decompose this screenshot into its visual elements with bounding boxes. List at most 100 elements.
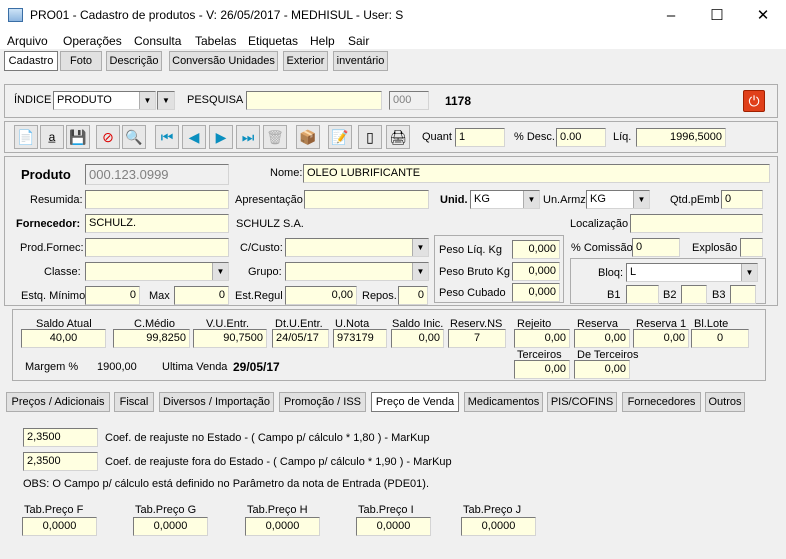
max-input[interactable]: 0 — [174, 286, 229, 305]
pesobruto-input[interactable]: 0,000 — [512, 262, 560, 281]
tab-fiscal[interactable]: Fiscal — [114, 392, 154, 412]
bloq-value: L — [630, 266, 637, 278]
coef-estado-input[interactable]: 2,3500 — [23, 428, 98, 447]
tab-foto[interactable]: Foto — [60, 51, 102, 71]
b1-input[interactable] — [626, 285, 659, 304]
explosao-input[interactable] — [740, 238, 763, 257]
pesoliq-input[interactable]: 0,000 — [512, 240, 560, 259]
delete-icon[interactable]: 🗑 — [263, 125, 287, 149]
tab-medicamentos[interactable]: Medicamentos — [464, 392, 543, 412]
chevron-down-icon[interactable]: ▼ — [523, 191, 539, 208]
coef-estado-label: Coef. de reajuste no Estado - ( Campo p/… — [105, 432, 430, 444]
tab-exterior[interactable]: Exterior — [283, 51, 328, 71]
first-record-icon[interactable]: ⏮ — [155, 125, 179, 149]
localizacao-input[interactable] — [630, 214, 763, 233]
save-icon[interactable]: 💾 — [66, 125, 90, 149]
pesquisa-label: PESQUISA — [187, 94, 244, 106]
bloq-select[interactable]: L ▼ — [626, 263, 758, 282]
grupo-label: Grupo: — [248, 266, 282, 278]
boxes-icon[interactable]: 📦 — [296, 125, 320, 149]
apresentacao-input[interactable] — [304, 190, 429, 209]
spell-check-icon[interactable]: a̲ — [40, 125, 64, 149]
tab-preco-h-input[interactable]: 0,0000 — [245, 517, 320, 536]
tab-preco-de-venda[interactable]: Preço de Venda — [371, 392, 459, 412]
vuentr-field: 90,7500 — [193, 329, 267, 348]
indice-order-select[interactable]: ▼ — [157, 91, 175, 110]
minimize-icon[interactable]: – — [648, 0, 694, 31]
power-icon[interactable]: ⏻ — [743, 90, 765, 112]
next-record-icon[interactable]: ▶ — [209, 125, 233, 149]
tab-fornecedores[interactable]: Fornecedores — [622, 392, 701, 412]
comissao-input[interactable]: 0 — [632, 238, 680, 257]
tab-preco-j-input[interactable]: 0,0000 — [461, 517, 536, 536]
chevron-down-icon[interactable]: ▼ — [158, 92, 174, 109]
fornecedor-input[interactable]: SCHULZ. — [85, 214, 229, 233]
nome-input[interactable]: OLEO LUBRIFICANTE — [303, 164, 770, 183]
chevron-down-icon[interactable]: ▼ — [412, 239, 428, 256]
menu-operacoes[interactable]: Operações — [63, 34, 122, 48]
chevron-down-icon[interactable]: ▼ — [633, 191, 649, 208]
unarmz-select[interactable]: KG ▼ — [586, 190, 650, 209]
tab-inventario[interactable]: inventário — [333, 51, 388, 71]
menu-sair[interactable]: Sair — [348, 34, 369, 48]
comissao-label: % Comissão — [571, 242, 633, 254]
liq-input[interactable]: 1996,5000 — [636, 128, 726, 147]
b2-input[interactable] — [681, 285, 707, 304]
menu-arquivo[interactable]: Arquivo — [7, 34, 48, 48]
new-document-icon[interactable]: 📄 — [14, 125, 38, 149]
pesquisa-input[interactable] — [246, 91, 382, 110]
repos-input[interactable]: 0 — [398, 286, 428, 305]
unid-select[interactable]: KG ▼ — [470, 190, 540, 209]
tab-preco-i-input[interactable]: 0,0000 — [356, 517, 431, 536]
resumida-input[interactable] — [85, 190, 229, 209]
estregul-input[interactable]: 0,00 — [285, 286, 357, 305]
tab-conversao-unidades[interactable]: Conversão Unidades — [169, 51, 278, 71]
chevron-down-icon[interactable]: ▼ — [412, 263, 428, 280]
pesocubado-input[interactable]: 0,000 — [512, 283, 560, 302]
tab-preco-f-input[interactable]: 0,0000 — [22, 517, 97, 536]
estqmin-input[interactable]: 0 — [85, 286, 140, 305]
tab-promocao-iss[interactable]: Promoção / ISS — [279, 392, 366, 412]
ccusto-select[interactable]: ▼ — [285, 238, 429, 257]
prodfornec-input[interactable] — [85, 238, 229, 257]
quant-label: Quant — [422, 131, 452, 143]
cancel-icon[interactable]: ⊘ — [96, 125, 120, 149]
desc-label: % Desc. — [514, 131, 555, 143]
reservns-field: 7 — [448, 329, 506, 348]
tab-cadastro[interactable]: Cadastro — [4, 51, 58, 71]
tab-outros[interactable]: Outros — [705, 392, 745, 412]
qtdpemb-input[interactable]: 0 — [721, 190, 763, 209]
tab-diversos-importacao[interactable]: Diversos / Importação — [159, 392, 274, 412]
resumida-label: Resumida: — [30, 194, 83, 206]
repos-label: Repos. — [362, 290, 397, 302]
grupo-select[interactable]: ▼ — [285, 262, 429, 281]
menu-help[interactable]: Help — [310, 34, 335, 48]
tab-preco-g-input[interactable]: 0,0000 — [133, 517, 208, 536]
close-icon[interactable]: ✕ — [740, 0, 786, 31]
chevron-down-icon[interactable]: ▼ — [212, 263, 228, 280]
barcode-icon[interactable]: ▯ — [358, 125, 382, 149]
coef-fora-estado-input[interactable]: 2,3500 — [23, 452, 98, 471]
tab-precos-adicionais[interactable]: Preços / Adicionais — [6, 392, 110, 412]
tab-pis-cofins[interactable]: PIS/COFINS — [547, 392, 617, 412]
menu-tabelas[interactable]: Tabelas — [195, 34, 236, 48]
indice-value: PRODUTO — [57, 94, 112, 106]
menu-etiquetas[interactable]: Etiquetas — [248, 34, 298, 48]
chevron-down-icon[interactable]: ▼ — [139, 92, 155, 109]
tab-preco-g-label: Tab.Preço G — [135, 504, 197, 516]
b3-input[interactable] — [730, 285, 756, 304]
menu-consulta[interactable]: Consulta — [134, 34, 181, 48]
classe-select[interactable]: ▼ — [85, 262, 229, 281]
indice-select[interactable]: PRODUTO ▼ — [53, 91, 156, 110]
app-icon — [8, 8, 23, 22]
maximize-icon[interactable]: ☐ — [694, 0, 740, 31]
edit-list-icon[interactable]: 📝 — [328, 125, 352, 149]
quant-input[interactable]: 1 — [455, 128, 505, 147]
printer-icon[interactable]: 🖨 — [386, 125, 410, 149]
tab-descricao[interactable]: Descrição — [106, 51, 162, 71]
previous-record-icon[interactable]: ◀ — [182, 125, 206, 149]
search-icon[interactable]: 🔍 — [122, 125, 146, 149]
desc-input[interactable]: 0.00 — [556, 128, 606, 147]
chevron-down-icon[interactable]: ▼ — [741, 264, 757, 281]
last-record-icon[interactable]: ⏭ — [236, 125, 260, 149]
